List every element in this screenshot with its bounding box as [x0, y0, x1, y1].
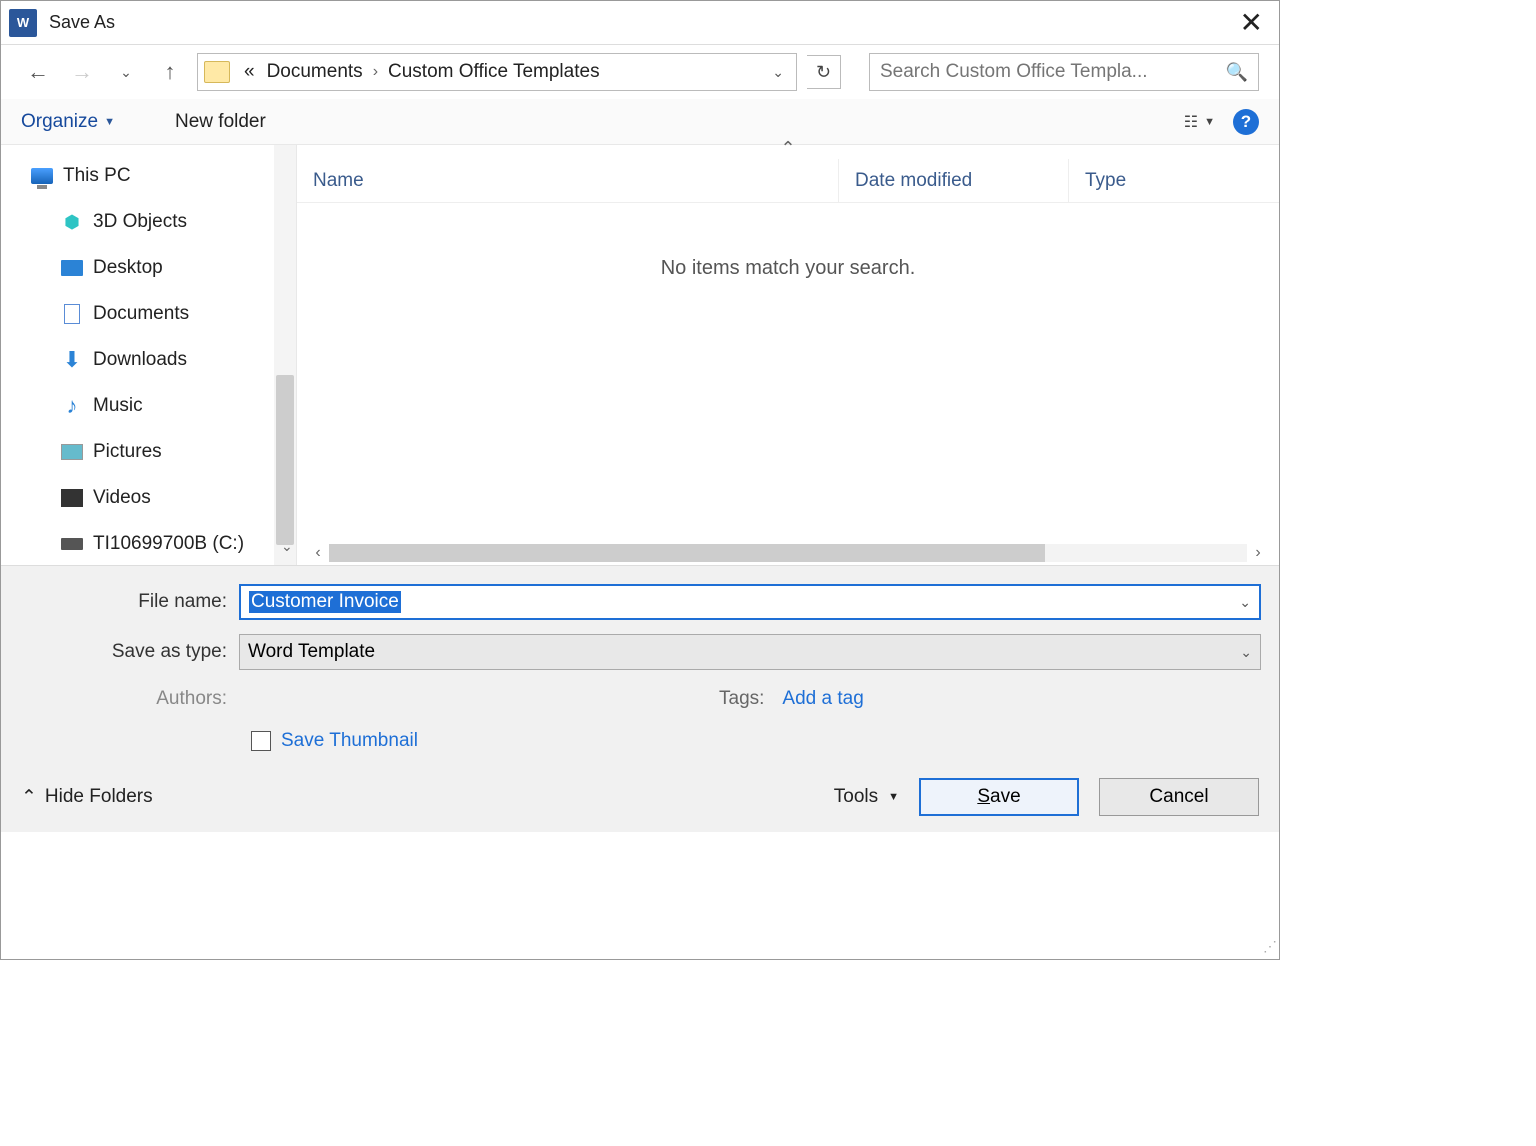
word-app-icon: W — [9, 9, 37, 37]
breadcrumb-separator: › — [369, 63, 382, 81]
collapse-chevron[interactable]: ⌃ — [297, 145, 1279, 159]
breadcrumb-current[interactable]: Custom Office Templates — [382, 61, 606, 83]
tree-videos[interactable]: Videos — [21, 475, 296, 521]
breadcrumb-prefix: « — [238, 61, 261, 83]
refresh-button[interactable]: ↻ — [807, 55, 841, 89]
downloads-icon: ⬇ — [61, 349, 83, 371]
filename-label: File name: — [19, 591, 239, 613]
music-icon: ♪ — [61, 395, 83, 417]
filename-value[interactable]: Customer Invoice — [249, 591, 401, 613]
pictures-icon — [61, 444, 83, 460]
filename-field[interactable]: Customer Invoice ⌄ — [239, 584, 1261, 620]
dialog-title: Save As — [49, 12, 115, 33]
tree-music[interactable]: ♪Music — [21, 383, 296, 429]
new-folder-button[interactable]: New folder — [175, 111, 266, 133]
cancel-button[interactable]: Cancel — [1099, 778, 1259, 816]
column-header-name[interactable]: Name — [297, 159, 839, 202]
resize-grip[interactable]: ⋰ — [1263, 938, 1275, 955]
search-input[interactable] — [880, 61, 1220, 83]
folder-icon — [204, 61, 230, 83]
documents-icon — [64, 304, 80, 324]
save-thumbnail-label[interactable]: Save Thumbnail — [281, 730, 418, 752]
tree-3d-objects[interactable]: ⬢3D Objects — [21, 199, 296, 245]
videos-icon — [61, 489, 83, 507]
tags-label: Tags: — [719, 688, 764, 710]
add-tag-link[interactable]: Add a tag — [782, 688, 863, 710]
save-thumbnail-checkbox[interactable] — [251, 731, 271, 751]
back-button[interactable]: ← — [21, 55, 55, 89]
horizontal-scrollbar[interactable]: ‹ › — [307, 541, 1269, 565]
search-icon[interactable]: 🔍 — [1226, 62, 1248, 83]
save-type-label: Save as type: — [19, 641, 239, 663]
help-button[interactable]: ? — [1233, 109, 1259, 135]
file-list-pane: ⌃ Name Date modified Type No items match… — [297, 145, 1279, 565]
save-button[interactable]: Save — [919, 778, 1079, 816]
empty-list-message: No items match your search. — [297, 257, 1279, 280]
view-options-button[interactable]: ☷ ▼ — [1184, 112, 1215, 132]
navigation-tree[interactable]: This PC ⬢3D Objects Desktop Documents ⬇D… — [1, 145, 297, 565]
tree-documents[interactable]: Documents — [21, 291, 296, 337]
save-type-dropdown[interactable]: ⌄ — [1240, 644, 1252, 661]
breadcrumb-documents[interactable]: Documents — [261, 61, 369, 83]
this-pc-icon — [31, 168, 53, 184]
hide-folders-button[interactable]: ⌃ Hide Folders — [21, 786, 153, 809]
tree-drive-c[interactable]: TI10699700B (C:) — [21, 521, 296, 567]
authors-label: Authors: — [19, 688, 239, 710]
column-header-date[interactable]: Date modified — [839, 159, 1069, 202]
tree-pictures[interactable]: Pictures — [21, 429, 296, 475]
column-header-type[interactable]: Type — [1069, 159, 1279, 202]
tree-this-pc[interactable]: This PC — [21, 153, 296, 199]
tree-desktop[interactable]: Desktop — [21, 245, 296, 291]
forward-button[interactable]: → — [65, 55, 99, 89]
chevron-up-icon: ⌃ — [21, 786, 37, 809]
organize-menu[interactable]: Organize▼ — [21, 111, 115, 133]
drive-icon — [61, 538, 83, 550]
recent-locations-dropdown[interactable]: ⌄ — [109, 55, 143, 89]
address-dropdown[interactable]: ⌄ — [766, 64, 790, 81]
save-type-field[interactable]: Word Template ⌄ — [239, 634, 1261, 670]
cube-icon: ⬢ — [61, 211, 83, 233]
desktop-icon — [61, 260, 83, 276]
tree-downloads[interactable]: ⬇Downloads — [21, 337, 296, 383]
filename-dropdown[interactable]: ⌄ — [1239, 594, 1251, 611]
tools-menu[interactable]: Tools▼ — [834, 786, 899, 808]
up-button[interactable]: ↑ — [153, 55, 187, 89]
save-type-value: Word Template — [248, 641, 375, 663]
address-bar[interactable]: « Documents › Custom Office Templates ⌄ — [197, 53, 797, 91]
close-button[interactable]: ✕ — [1232, 6, 1271, 39]
tree-expand-chevron[interactable]: ⌄ — [281, 538, 293, 555]
tree-scrollbar[interactable] — [274, 145, 296, 565]
search-box[interactable]: 🔍 — [869, 53, 1259, 91]
